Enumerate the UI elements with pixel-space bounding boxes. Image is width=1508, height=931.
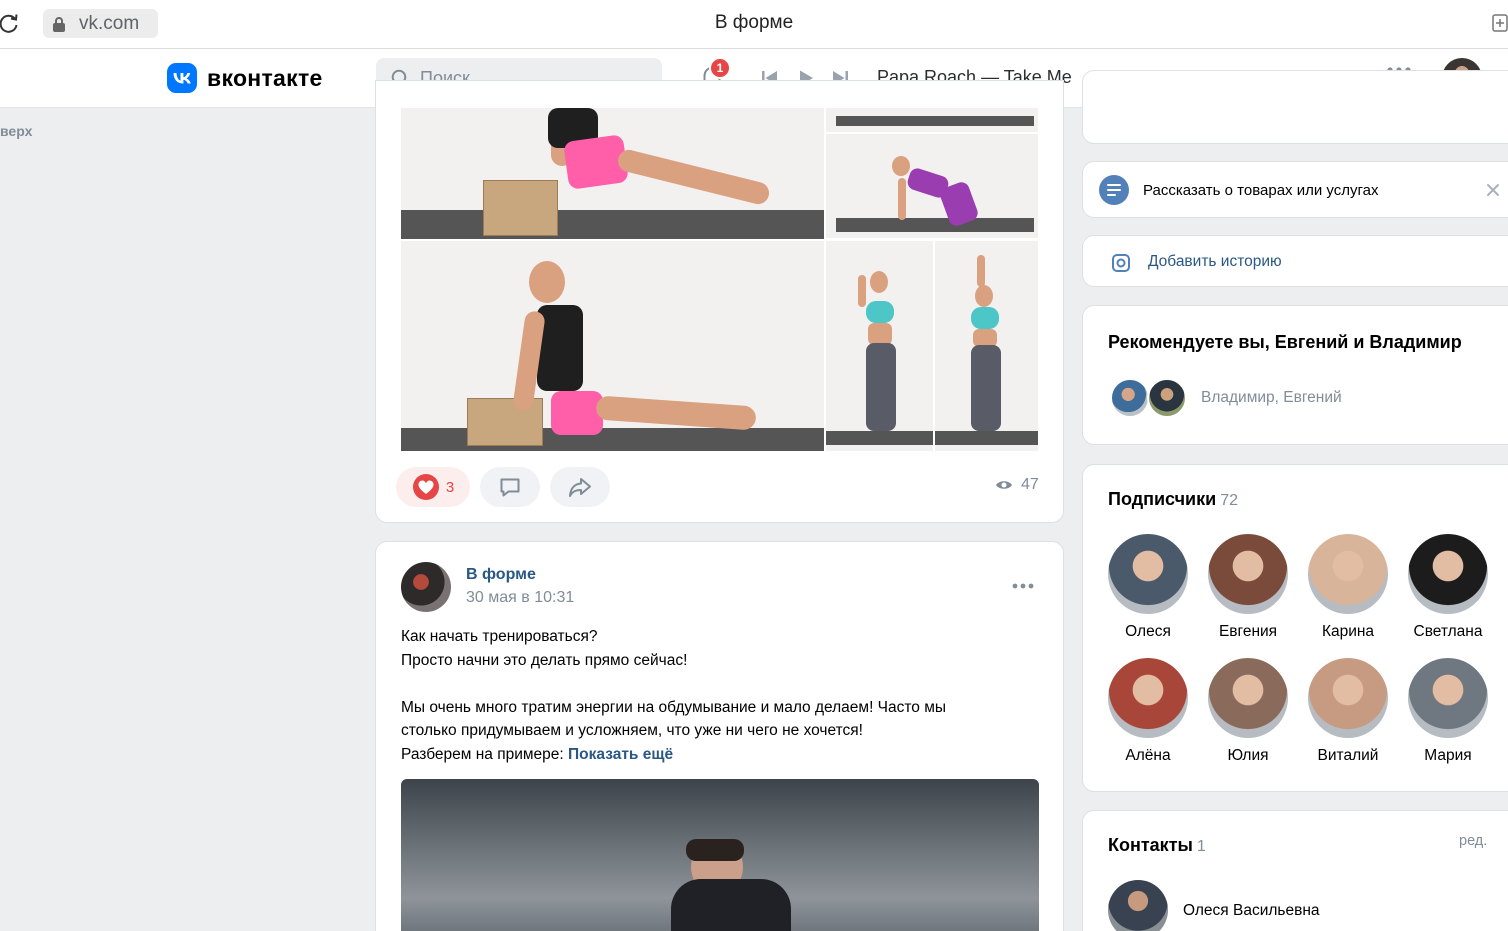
new-tab-icon[interactable] bbox=[1492, 14, 1508, 32]
subscriber-name[interactable]: Юлия bbox=[1198, 747, 1298, 765]
subscriber-avatar[interactable] bbox=[1108, 534, 1188, 614]
subscribers-count: 72 bbox=[1220, 492, 1238, 509]
post-date[interactable]: 30 мая в 10:31 bbox=[466, 589, 574, 607]
contact-avatar[interactable] bbox=[1108, 880, 1168, 931]
subscriber-name[interactable]: Олеся bbox=[1098, 623, 1198, 641]
views-count: 47 bbox=[1021, 476, 1039, 493]
subscriber-name[interactable]: Карина bbox=[1298, 623, 1398, 641]
friend-avatar[interactable] bbox=[1147, 378, 1187, 418]
subscriber-item[interactable]: Олеся bbox=[1098, 534, 1198, 641]
subscriber-avatar[interactable] bbox=[1308, 534, 1388, 614]
subscriber-item[interactable]: Карина bbox=[1298, 534, 1398, 641]
subscriber-item[interactable]: Мария bbox=[1398, 658, 1498, 765]
contacts-title-text: Контакты bbox=[1108, 835, 1193, 855]
more-options-icon[interactable] bbox=[1012, 582, 1034, 590]
contacts-edit-link[interactable]: ред. bbox=[1459, 833, 1487, 849]
subscriber-name[interactable]: Алёна bbox=[1098, 747, 1198, 765]
post-text: Как начать тренироваться? Просто начни э… bbox=[401, 625, 1041, 766]
share-button[interactable] bbox=[550, 467, 610, 507]
subscriber-item[interactable]: Евгения bbox=[1198, 534, 1298, 641]
contacts-title: Контакты 1 bbox=[1108, 835, 1206, 856]
heart-icon bbox=[412, 474, 439, 500]
eye-icon bbox=[996, 481, 1012, 489]
like-button[interactable]: 3 bbox=[396, 467, 470, 507]
document-icon bbox=[1099, 175, 1129, 205]
post-photo-press-2[interactable] bbox=[935, 241, 1038, 451]
subscriber-name[interactable]: Светлана bbox=[1398, 623, 1498, 641]
scroll-to-top-link[interactable]: верх bbox=[0, 123, 32, 139]
subscriber-name[interactable]: Мария bbox=[1398, 747, 1498, 765]
subscriber-avatar[interactable] bbox=[1408, 658, 1488, 738]
contacts-card: Контакты 1 ред. Олеся Васильевна bbox=[1082, 810, 1508, 931]
notifications-badge: 1 bbox=[709, 57, 731, 79]
subscribers-card: Подписчики 72 Олеся Евгения Карина Светлана А… bbox=[1082, 464, 1508, 792]
vk-logo[interactable]: вконтакте bbox=[167, 63, 323, 93]
post-photo-press-1[interactable] bbox=[826, 241, 933, 451]
subscriber-name[interactable]: Евгения bbox=[1198, 623, 1298, 641]
subscriber-name[interactable]: Виталий bbox=[1298, 747, 1398, 765]
logo-wordmark: вконтакте bbox=[207, 64, 323, 91]
post-photo-dips-1[interactable] bbox=[401, 108, 824, 239]
goods-prompt-card[interactable]: Рассказать о товарах или услугах bbox=[1082, 161, 1508, 218]
vk-logo-icon bbox=[167, 63, 197, 93]
like-count: 3 bbox=[445, 478, 455, 496]
post-photo-strip[interactable] bbox=[826, 108, 1038, 132]
post-text-gap bbox=[401, 672, 1041, 696]
post-author-avatar[interactable] bbox=[401, 562, 451, 612]
post-photo-dips-2[interactable] bbox=[401, 241, 824, 451]
subscriber-avatar[interactable] bbox=[1108, 658, 1188, 738]
contacts-count: 1 bbox=[1196, 838, 1206, 855]
subscriber-avatar[interactable] bbox=[1408, 534, 1488, 614]
details-card bbox=[1082, 70, 1508, 144]
goods-prompt-text: Рассказать о товарах или услугах bbox=[1143, 182, 1379, 199]
subscribers-title-text: Подписчики bbox=[1108, 489, 1217, 509]
post-photo-crab[interactable] bbox=[826, 134, 1038, 238]
subscriber-item[interactable]: Юлия bbox=[1198, 658, 1298, 765]
post-text-tail: Разберем на примере: bbox=[401, 745, 564, 763]
recommend-card: Рекомендуете вы, Евгений и Владимир Влад… bbox=[1082, 305, 1508, 445]
post-text-line: Как начать тренироваться? bbox=[401, 628, 598, 645]
post-text-line-last: Разберем на примере: Показать ещё bbox=[401, 743, 1041, 767]
post-card: В форме 30 мая в 10:31 Как начать тренир… bbox=[375, 541, 1064, 931]
show-more-link[interactable]: Показать ещё bbox=[568, 746, 673, 763]
subscriber-avatar[interactable] bbox=[1208, 658, 1288, 738]
recommend-title: Рекомендуете вы, Евгений и Владимир bbox=[1108, 332, 1462, 352]
recommend-names[interactable]: Владимир, Евгений bbox=[1201, 389, 1342, 407]
story-camera-icon bbox=[1112, 254, 1130, 272]
add-story-link[interactable]: Добавить историю bbox=[1148, 253, 1282, 271]
post-text-line: Просто начни это делать прямо сейчас! bbox=[401, 651, 688, 669]
post-text-line: Мы очень много тратим энергии на обдумыв… bbox=[401, 698, 947, 716]
subscriber-item[interactable]: Алёна bbox=[1098, 658, 1198, 765]
post-photo-stressed-man[interactable] bbox=[401, 779, 1039, 931]
subscriber-item[interactable]: Виталий bbox=[1298, 658, 1398, 765]
subscribers-title[interactable]: Подписчики 72 bbox=[1108, 489, 1238, 510]
post-author-name[interactable]: В форме bbox=[466, 566, 536, 584]
post-views: 47 bbox=[995, 476, 1039, 494]
post-text-line: столько придумываем и усложняем, что уже… bbox=[401, 722, 863, 739]
add-story-card[interactable]: Добавить историю bbox=[1082, 235, 1508, 287]
comment-icon bbox=[500, 478, 520, 497]
close-icon[interactable] bbox=[1485, 182, 1501, 198]
comment-button[interactable] bbox=[480, 467, 540, 507]
share-icon bbox=[569, 478, 591, 497]
friend-avatar[interactable] bbox=[1110, 378, 1150, 418]
tab-title: В форме bbox=[714, 12, 794, 33]
subscriber-avatar[interactable] bbox=[1208, 534, 1288, 614]
browser-toolbar: vk.com В форме bbox=[0, 0, 1508, 49]
subscriber-avatar[interactable] bbox=[1308, 658, 1388, 738]
subscriber-item[interactable]: Светлана bbox=[1398, 534, 1498, 641]
contact-name[interactable]: Олеся Васильевна bbox=[1183, 902, 1320, 920]
